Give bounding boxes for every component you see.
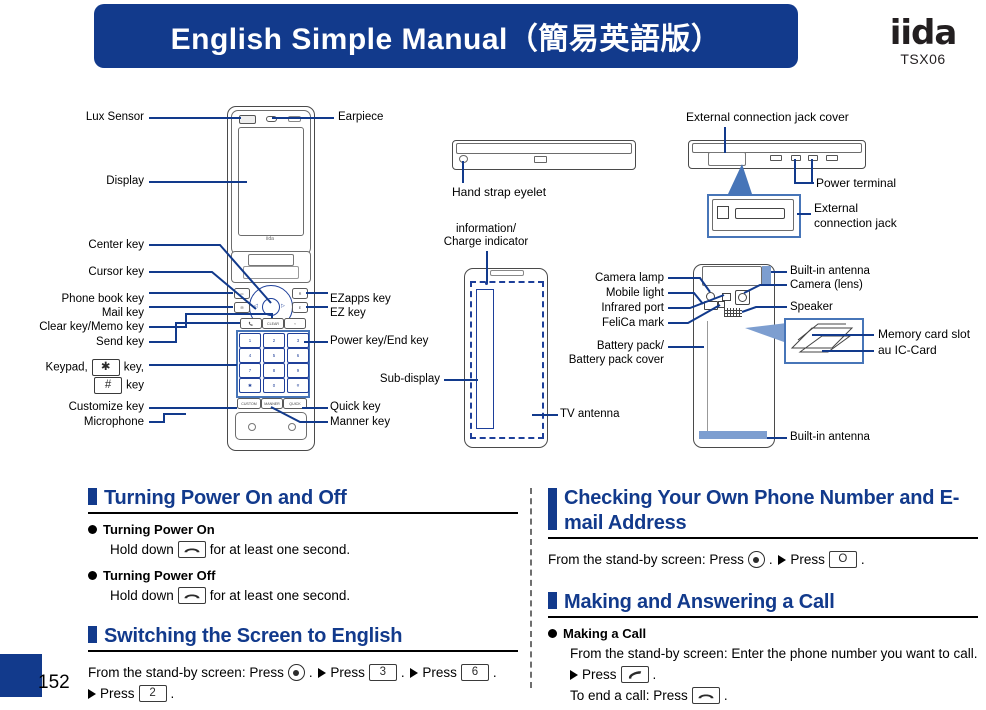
manual-page: English Simple Manual（簡易英語版） iida TSX06 … bbox=[0, 0, 986, 704]
bullet-turning-power-on: Turning Power On bbox=[88, 520, 518, 539]
device-diagram: iida ◁ ▷ ▭ R ✉ E 📞 CLEAR ⌁ 1 2 3 4 5 6 7 bbox=[0, 96, 986, 464]
content-columns: Turning Power On and Off Turning Power O… bbox=[0, 468, 986, 704]
sequence-sep: . bbox=[308, 665, 317, 680]
section-title: Making and Answering a Call bbox=[564, 591, 835, 613]
bullet-turning-power-off: Turning Power Off bbox=[88, 566, 518, 585]
step-post-text: . bbox=[652, 667, 657, 682]
bullet-dot-icon bbox=[88, 525, 97, 534]
sequence-switch-english-cont: Press 2 . bbox=[88, 683, 518, 704]
section-rule bbox=[548, 537, 978, 539]
step-turning-power-off: Hold down for at least one second. bbox=[110, 585, 518, 606]
section-header: Turning Power On and Off bbox=[88, 486, 518, 511]
sequence-sep: . bbox=[492, 665, 497, 680]
step-press-send: Press . bbox=[570, 664, 978, 685]
section-header: Switching the Screen to English bbox=[88, 624, 518, 649]
step-pre-text: Press bbox=[582, 667, 617, 682]
leader-speaker bbox=[741, 306, 787, 313]
iida-logo: iida bbox=[889, 13, 958, 53]
step-post-text: for at least one second. bbox=[209, 542, 351, 557]
section-making-call: Making and Answering a Call Making a Cal… bbox=[548, 590, 978, 706]
sequence-sep: . bbox=[860, 552, 865, 567]
sequence-switch-english: From the stand-by screen: Press . Press … bbox=[88, 662, 518, 683]
sequence-check-number: From the stand-by screen: Press . Press … bbox=[548, 549, 978, 570]
sequence-sep: . bbox=[768, 552, 777, 567]
arrow-icon bbox=[778, 554, 787, 565]
step-post-text: . bbox=[723, 688, 728, 703]
brand-block: iida TSX06 bbox=[868, 13, 978, 67]
section-title: Turning Power On and Off bbox=[104, 487, 347, 509]
arrow-icon bbox=[410, 667, 419, 678]
numeric-key-3-icon: 3 bbox=[368, 664, 397, 681]
numeric-key-2-icon: 2 bbox=[138, 685, 167, 702]
power-end-key-icon bbox=[691, 687, 720, 704]
arrow-icon bbox=[570, 669, 578, 680]
center-key-icon bbox=[747, 551, 765, 568]
corner-mark bbox=[0, 654, 42, 697]
sequence-lead-text: From the stand-by screen: Press bbox=[88, 665, 284, 680]
arrow-icon bbox=[318, 667, 327, 678]
numeric-key-0-icon: O bbox=[828, 551, 857, 568]
step-pre-text: Hold down bbox=[110, 542, 174, 557]
section-checking-number: Checking Your Own Phone Number and E-mai… bbox=[548, 486, 978, 570]
column-divider bbox=[530, 488, 532, 688]
section-rule bbox=[88, 512, 518, 514]
power-end-key-icon bbox=[177, 541, 206, 558]
arrow-icon bbox=[88, 688, 96, 699]
bullet-dot-icon bbox=[88, 571, 97, 580]
text-making-a-call: From the stand-by screen: Enter the phon… bbox=[570, 643, 978, 664]
bullet-label: Turning Power On bbox=[103, 522, 215, 537]
center-key-icon bbox=[287, 664, 305, 681]
label-builtin-antenna-bottom: Built-in antenna bbox=[790, 431, 870, 443]
bullet-dot-icon bbox=[548, 629, 557, 638]
header-banner: English Simple Manual（簡易英語版） bbox=[94, 4, 798, 68]
step-pre-text: Hold down bbox=[110, 588, 174, 603]
section-rule bbox=[88, 650, 518, 652]
section-header: Making and Answering a Call bbox=[548, 590, 978, 615]
step-pre-text: To end a call: Press bbox=[570, 688, 688, 703]
page-title: English Simple Manual（簡易英語版） bbox=[170, 23, 722, 56]
send-key-icon bbox=[620, 666, 649, 683]
section-switching-screen: Switching the Screen to English From the… bbox=[88, 624, 518, 704]
step-post-text: for at least one second. bbox=[209, 588, 351, 603]
power-end-key-icon bbox=[177, 587, 206, 604]
body-text: From the stand-by screen: Enter the phon… bbox=[570, 646, 978, 661]
section-rule bbox=[548, 616, 978, 618]
leader-builtin-antenna-bottom bbox=[767, 437, 787, 439]
bullet-label: Turning Power Off bbox=[103, 568, 216, 583]
press-word: Press bbox=[790, 552, 825, 567]
section-title: Checking Your Own Phone Number and E-mai… bbox=[564, 487, 960, 534]
left-column: Turning Power On and Off Turning Power O… bbox=[88, 486, 518, 708]
step-end-call: To end a call: Press . bbox=[570, 685, 978, 706]
step-turning-power-on: Hold down for at least one second. bbox=[110, 539, 518, 560]
sequence-sep: . bbox=[400, 665, 409, 680]
numeric-key-6-icon: 6 bbox=[460, 664, 489, 681]
section-title: Switching the Screen to English bbox=[104, 625, 403, 647]
section-header: Checking Your Own Phone Number and E-mai… bbox=[548, 486, 978, 536]
page-number: 152 bbox=[38, 672, 70, 693]
bullet-making-a-call: Making a Call bbox=[548, 624, 978, 643]
sequence-lead-text: From the stand-by screen: Press bbox=[548, 552, 744, 567]
press-word: Press bbox=[422, 665, 457, 680]
right-column: Checking Your Own Phone Number and E-mai… bbox=[548, 486, 978, 710]
bullet-label: Making a Call bbox=[563, 626, 647, 641]
section-turning-power: Turning Power On and Off Turning Power O… bbox=[88, 486, 518, 606]
sequence-sep: . bbox=[170, 686, 175, 701]
press-word: Press bbox=[330, 665, 365, 680]
press-word: Press bbox=[100, 686, 135, 701]
model-number: TSX06 bbox=[900, 50, 946, 67]
